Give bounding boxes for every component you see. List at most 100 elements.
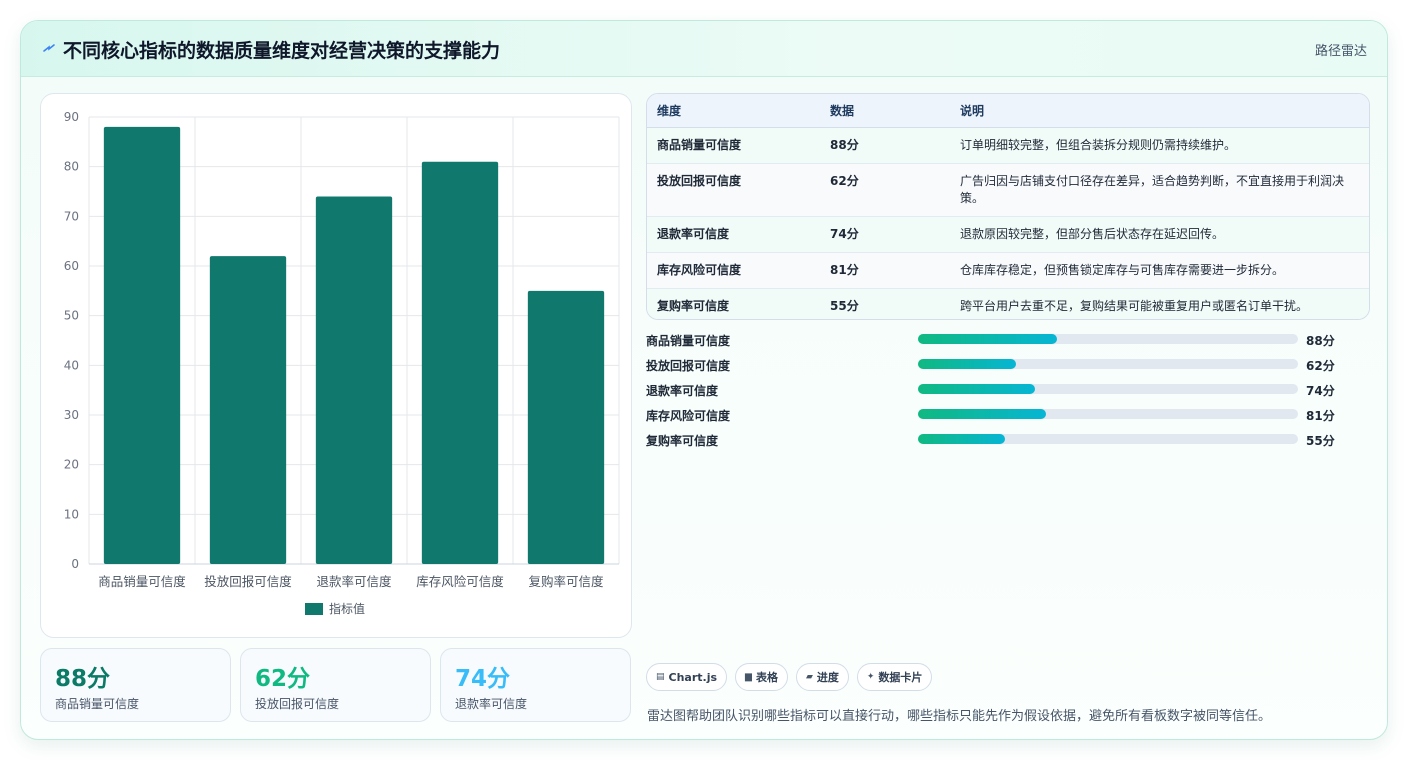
stat-label: 商品销量可信度 [55,697,140,711]
stat-card: 88分 商品销量可信度 [40,648,231,722]
stat-card: 74分 退款率可信度 [440,648,631,722]
progress-fill [918,334,1058,344]
progress-track [918,359,1298,369]
progress-list: 商品销量可信度 88分 投放回报可信度 62分 退款率可信度 74分 库存风险可… [646,330,1370,455]
y-tick-label: 70 [64,209,79,223]
cell-dimension: 退款率可信度 [647,216,820,253]
cell-desc: 跨平台用户去重不足，复购结果可能被重复用户或匿名订单干扰。 [960,298,1309,313]
cell-dimension: 商品销量可信度 [647,127,820,164]
y-tick-label: 60 [64,259,79,273]
cell-data: 81分 [820,252,950,289]
bar [209,256,287,564]
cell-dimension: 库存风险可信度 [647,252,820,289]
stat-value: 74分 [455,666,511,692]
progress-value: 88分 [1306,334,1335,348]
y-tick-label: 80 [64,160,79,174]
progress-label: 复购率可信度 [646,434,719,448]
progress-value: 62分 [1306,359,1335,373]
stat-card: 62分 投放回报可信度 [240,648,431,722]
progress-value: 74分 [1306,384,1335,398]
cell-data: 88分 [820,127,950,164]
progress-label: 商品销量可信度 [646,334,731,348]
chip-chartjs[interactable]: ▤ Chart.js [646,663,728,691]
cell-dimension: 复购率可信度 [657,298,730,313]
stat-label: 投放回报可信度 [255,697,340,711]
progress-track [918,384,1298,394]
cell-desc: 仓库库存稳定，但预售锁定库存与可售库存需要进一步拆分。 [950,252,1369,289]
y-tick-label: 10 [64,507,79,521]
progress-row: 复购率可信度 55分 [646,430,1370,455]
bar-chart-svg: 0 10 20 30 40 50 60 70 80 90 商品销量可信度 投放回报可信度 退款率可信度 库… [64,110,620,616]
table-header-row: 维度 数据 说明 [647,94,1369,128]
progress-row: 退款率可信度 74分 [646,380,1370,405]
bolt-icon [43,44,55,52]
stat-label: 退款率可信度 [455,697,528,711]
column-header: 数据 [820,94,950,128]
x-tick-label: 投放回报可信度 [204,574,292,589]
progress-track [918,434,1298,444]
progress-label: 库存风险可信度 [646,409,731,423]
mode-label[interactable]: 路径雷达 [1315,40,1367,59]
cell-desc: 广告归因与店铺支付口径存在差异，适合趋势判断，不宜直接用于利润决策。 [950,163,1369,217]
cell-desc: 订单明细较完整，但组合装拆分规则仍需持续维护。 [950,127,1369,164]
progress-value: 55分 [1306,434,1335,448]
header-bar: 不同核心指标的数据质量维度对经营决策的支撑能力 路径雷达 [21,21,1387,77]
progress-track [918,334,1298,344]
progress-fill [918,359,1017,369]
progress-row: 投放回报可信度 62分 [646,355,1370,380]
chip-label: Chart.js [668,670,718,684]
stat-value: 88分 [55,666,111,692]
chart-icon: ▤ [656,672,665,682]
chip-data-card[interactable]: ✦ 数据卡片 [856,663,933,691]
tech-chips: ▤ Chart.js ▆ 表格 ▰ 进度 ✦ 数据卡片 [646,663,933,691]
bar [527,290,605,564]
progress-track [918,409,1298,419]
cell-data: 62分 [820,163,950,217]
y-tick-label: 0 [71,557,79,571]
table-row: 复购率可信度 55分 跨平台用户去重不足，复购结果可能被重复用户或匿名订单干扰。 [647,288,1369,319]
progress-label: 投放回报可信度 [646,359,731,373]
table-row: 库存风险可信度 81分 仓库库存稳定，但预售锁定库存与可售库存需要进一步拆分。 [647,252,1369,289]
table-row: 退款率可信度 74分 退款原因较完整，但部分售后状态存在延迟回传。 [647,216,1369,253]
chip-progress[interactable]: ▰ 进度 [795,663,849,691]
quality-table: 维度 数据 说明 商品销量可信度 88分 订单明细较完整，但组合装拆分规则仍需持… [646,93,1370,320]
progress-fill [918,409,1047,419]
progress-fill [918,384,1036,394]
progress-fill [918,434,1006,444]
card-icon: ✦ [866,672,875,682]
stat-value: 62分 [255,666,311,692]
chip-label: 数据卡片 [878,671,923,684]
column-header: 说明 [950,94,1369,128]
y-tick-label: 50 [64,309,79,323]
progress-value: 81分 [1306,409,1335,423]
cell-data: 55分 [830,298,859,313]
progress-label: 退款率可信度 [646,384,719,398]
chip-label: 进度 [816,671,839,684]
y-tick-label: 20 [64,458,79,472]
x-tick-label: 复购率可信度 [528,574,604,589]
progress-row: 商品销量可信度 88分 [646,330,1370,355]
y-tick-label: 40 [64,358,79,372]
chip-label: 表格 [755,671,778,684]
bar-chart: 0 10 20 30 40 50 60 70 80 90 商品销量可信度 投放回报可信度 退款率可信度 库… [40,93,632,638]
x-tick-label: 商品销量可信度 [98,574,186,589]
bar [421,161,499,564]
bar [103,126,181,564]
footer-note: 雷达图帮助团队识别哪些指标可以直接行动，哪些指标只能先作为假设依据，避免所有看板… [647,709,1272,724]
main-card: 不同核心指标的数据质量维度对经营决策的支撑能力 路径雷达 0 10 20 30 40 50… [20,20,1388,740]
progress-icon: ▰ [805,672,813,682]
legend-swatch [305,603,323,615]
legend-label: 指标值 [329,601,365,616]
column-header: 维度 [647,94,820,128]
table-row: 投放回报可信度 62分 广告归因与店铺支付口径存在差异，适合趋势判断，不宜直接用… [647,163,1369,217]
cell-data: 74分 [820,216,950,253]
progress-row: 库存风险可信度 81分 [646,405,1370,430]
table-icon: ▆ [745,672,752,682]
y-tick-label: 30 [64,408,79,422]
y-tick-label: 90 [64,110,79,124]
table-row: 商品销量可信度 88分 订单明细较完整，但组合装拆分规则仍需持续维护。 [647,127,1369,164]
bar [315,196,393,564]
cell-desc: 退款原因较完整，但部分售后状态存在延迟回传。 [950,216,1369,253]
page-title: 不同核心指标的数据质量维度对经营决策的支撑能力 [63,40,501,62]
chip-table[interactable]: ▆ 表格 [735,663,788,691]
